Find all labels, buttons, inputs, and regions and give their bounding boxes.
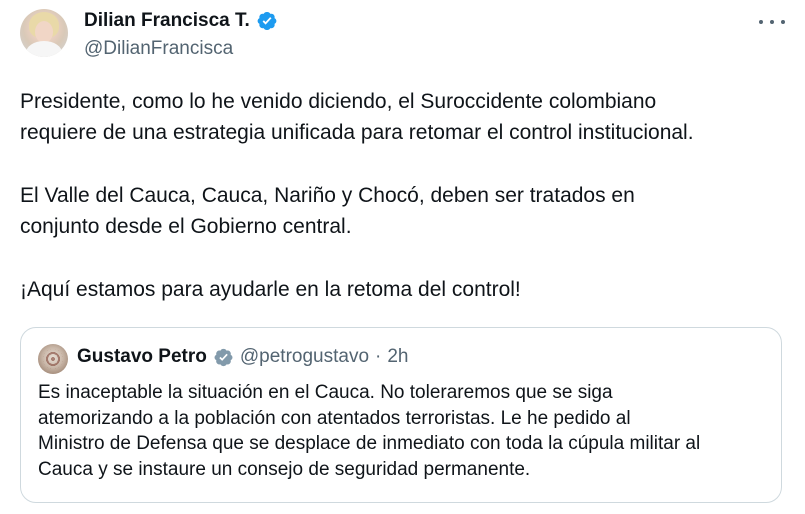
verified-badge-icon[interactable] <box>256 10 278 32</box>
quoted-text-line: atemorizando a la población con atentado… <box>38 407 631 429</box>
quoted-author-handle[interactable]: @petrogustavo <box>240 346 369 368</box>
avatar-body <box>26 41 62 57</box>
tweet-text: Presidente, como lo he venido diciendo, … <box>20 87 790 306</box>
quoted-author-name[interactable]: Gustavo Petro <box>77 346 207 368</box>
quoted-header: Gustavo Petro @petrogustavo · 2h <box>77 346 408 368</box>
quoted-text-line: Ministro de Defensa que se desplace de i… <box>38 433 701 455</box>
quoted-author-avatar[interactable] <box>38 344 68 374</box>
more-options-icon[interactable] <box>759 12 785 32</box>
quoted-text-line: Es inaceptable la situación en el Cauca.… <box>38 382 613 403</box>
avatar-face <box>35 21 53 43</box>
tweet-text-line: requiere de una estrategia unificada par… <box>20 120 694 144</box>
author-display-name[interactable]: Dilian Francisca T. <box>84 10 250 32</box>
government-verified-badge-icon[interactable] <box>213 347 234 368</box>
quoted-text-line: Cauca y se instaure un consejo de seguri… <box>38 459 531 481</box>
more-dot <box>781 20 785 24</box>
avatar-pattern <box>43 349 63 369</box>
quoted-tweet-text: Es inaceptable la situación en el Cauca.… <box>38 380 778 483</box>
more-dot <box>759 20 763 24</box>
quoted-timestamp[interactable]: 2h <box>387 346 408 368</box>
tweet-text-line: ¡Aquí estamos para ayudarle en la retoma… <box>20 278 521 301</box>
author-handle[interactable]: @DilianFrancisca <box>84 38 233 60</box>
author-name-row: Dilian Francisca T. <box>84 10 278 32</box>
tweet-text-line: conjunto desde el Gobierno central. <box>20 214 352 238</box>
tweet-text-line: El Valle del Cauca, Cauca, Nariño y Choc… <box>20 184 635 207</box>
more-dot <box>770 20 774 24</box>
quoted-tweet-card[interactable]: Gustavo Petro @petrogustavo · 2h Es inac… <box>20 327 782 503</box>
author-avatar[interactable] <box>20 9 68 57</box>
header-separator: · <box>375 346 382 367</box>
tweet-text-line: Presidente, como lo he venido diciendo, … <box>20 90 657 113</box>
